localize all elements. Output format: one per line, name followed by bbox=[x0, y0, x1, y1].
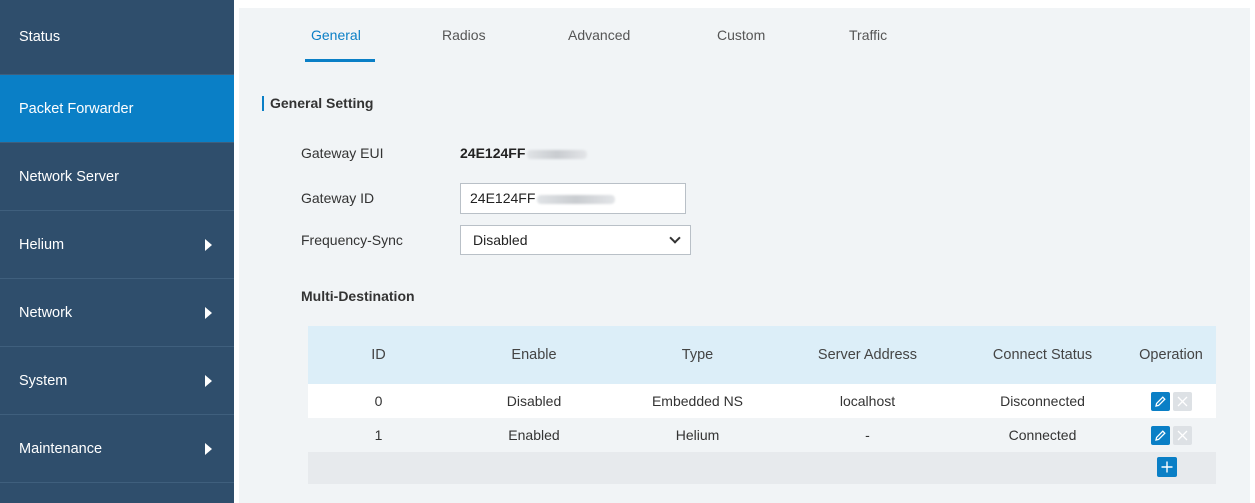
redaction-blur bbox=[527, 149, 588, 159]
gateway-id-input[interactable]: 24E124FF bbox=[460, 183, 686, 214]
cell-operation bbox=[1126, 425, 1216, 445]
cell-enable: Disabled bbox=[506, 393, 562, 409]
sidebar-item-network-server[interactable]: Network Server bbox=[0, 143, 234, 211]
cell-server-address: localhost bbox=[839, 393, 896, 409]
column-header-operation: Operation bbox=[1139, 347, 1203, 363]
multi-destination-heading: Multi-Destination bbox=[301, 288, 415, 304]
cell-id: 1 bbox=[374, 427, 383, 443]
active-tab-indicator bbox=[305, 59, 375, 62]
frequency-sync-label: Frequency-Sync bbox=[301, 232, 403, 248]
close-icon bbox=[1177, 430, 1187, 440]
tab-custom[interactable]: Custom bbox=[717, 27, 765, 43]
table-header: ID Enable Type Server Address Connect St… bbox=[308, 326, 1216, 384]
sidebar-item-label: Network bbox=[19, 304, 73, 321]
column-header-type: Type bbox=[681, 347, 714, 363]
sidebar-item-label: Network Server bbox=[19, 168, 119, 185]
column-header-connect-status: Connect Status bbox=[992, 347, 1093, 363]
add-destination-button[interactable] bbox=[1157, 457, 1177, 477]
column-header-enable: Enable bbox=[511, 347, 557, 363]
cell-connect-status: Disconnected bbox=[1000, 393, 1085, 409]
caret-right-icon bbox=[205, 306, 212, 319]
sidebar-item-helium[interactable]: Helium bbox=[0, 211, 234, 279]
cell-enable: Enabled bbox=[508, 427, 560, 443]
frequency-sync-select[interactable]: Disabled bbox=[460, 225, 691, 255]
table-row: 1 Enabled Helium - Connected bbox=[308, 418, 1216, 452]
close-icon bbox=[1177, 396, 1187, 406]
table-row: 0 Disabled Embedded NS localhost Disconn… bbox=[308, 384, 1216, 418]
delete-button[interactable] bbox=[1172, 425, 1192, 445]
gateway-id-label: Gateway ID bbox=[301, 190, 375, 206]
gateway-id-text: 24E124FF bbox=[470, 190, 536, 206]
cell-operation bbox=[1126, 391, 1216, 411]
sidebar-item-packet-forwarder[interactable]: Packet Forwarder bbox=[0, 75, 234, 143]
cell-server-address: - bbox=[865, 427, 870, 443]
gateway-eui-label: Gateway EUI bbox=[301, 145, 384, 161]
section-title: General Setting bbox=[262, 96, 373, 111]
general-settings-panel: General Setting Gateway EUI 24E124FF Gat… bbox=[239, 68, 1250, 503]
tab-advanced[interactable]: Advanced bbox=[568, 27, 630, 43]
pencil-icon bbox=[1154, 429, 1166, 441]
gateway-eui-value: 24E124FF bbox=[460, 145, 588, 161]
sidebar-item-network[interactable]: Network bbox=[0, 279, 234, 347]
plus-icon bbox=[1161, 461, 1173, 473]
cell-id: 0 bbox=[374, 393, 383, 409]
tab-radios[interactable]: Radios bbox=[442, 27, 486, 43]
edit-button[interactable] bbox=[1150, 391, 1170, 411]
sidebar-item-system[interactable]: System bbox=[0, 347, 234, 415]
sidebar-item-label: Packet Forwarder bbox=[19, 100, 134, 117]
gateway-eui-text: 24E124FF bbox=[460, 145, 526, 161]
cell-type: Embedded NS bbox=[651, 393, 744, 409]
sidebar-item-label: Status bbox=[19, 29, 61, 45]
sidebar-item-maintenance[interactable]: Maintenance bbox=[0, 415, 234, 483]
frequency-sync-value: Disabled bbox=[473, 232, 528, 248]
tab-traffic[interactable]: Traffic bbox=[849, 27, 887, 43]
sidebar-item-label: Maintenance bbox=[19, 440, 103, 457]
sidebar-item-label: System bbox=[19, 372, 68, 389]
table-footer bbox=[308, 452, 1216, 484]
caret-right-icon bbox=[205, 374, 212, 387]
pencil-icon bbox=[1154, 395, 1166, 407]
redaction-blur bbox=[537, 194, 616, 204]
delete-button[interactable] bbox=[1172, 391, 1192, 411]
chevron-down-icon bbox=[669, 232, 681, 244]
multi-destination-table: ID Enable Type Server Address Connect St… bbox=[308, 326, 1216, 484]
column-header-server-address: Server Address bbox=[817, 347, 918, 363]
edit-button[interactable] bbox=[1150, 425, 1170, 445]
sidebar-item-status[interactable]: Status bbox=[0, 0, 234, 75]
tab-general[interactable]: General bbox=[311, 27, 361, 43]
column-header-id: ID bbox=[371, 347, 386, 363]
tab-bar: General Radios Advanced Custom Traffic bbox=[239, 8, 1250, 68]
sidebar: Status Packet Forwarder Network Server H… bbox=[0, 0, 234, 503]
caret-right-icon bbox=[205, 238, 212, 251]
main-panel: General Radios Advanced Custom Traffic G… bbox=[234, 0, 1255, 503]
sidebar-item-label: Helium bbox=[19, 236, 65, 253]
cell-type: Helium bbox=[675, 427, 720, 443]
caret-right-icon bbox=[205, 442, 212, 455]
cell-connect-status: Connected bbox=[1008, 427, 1077, 443]
